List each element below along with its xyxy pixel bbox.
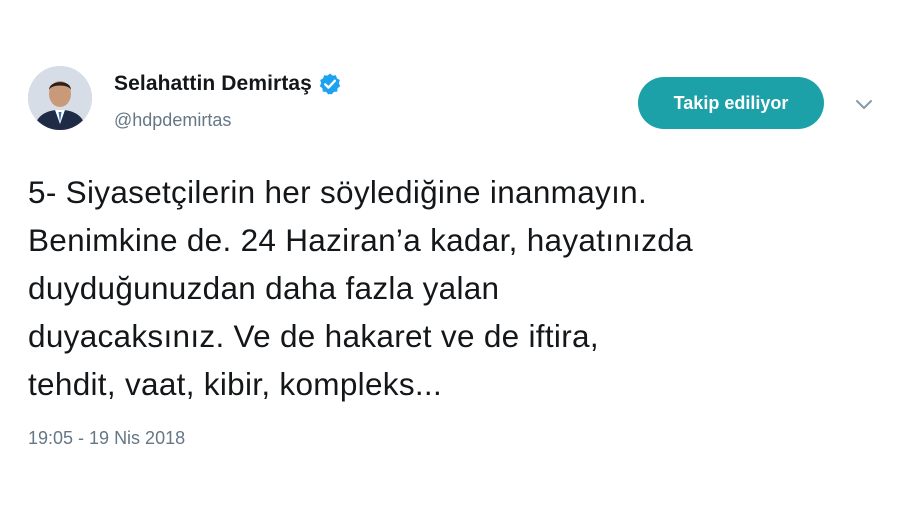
tweet-text-line: tehdit, vaat, kibir, kompleks...: [28, 366, 443, 402]
author-name-row: Selahattin Demirtaş: [114, 72, 342, 96]
tweet-text-line: Benimkine de. 24 Haziran’a kadar, hayatı…: [28, 222, 693, 258]
author-display-name[interactable]: Selahattin Demirtaş: [114, 72, 312, 96]
tweet-text: 5- Siyasetçilerin her söylediğine inanma…: [28, 168, 888, 408]
chevron-down-icon[interactable]: [852, 92, 876, 116]
tweet-text-line: duyduğunuzdan daha fazla yalan: [28, 270, 500, 306]
avatar[interactable]: [28, 66, 92, 130]
tweet-text-line: 5- Siyasetçilerin her söylediğine inanma…: [28, 174, 648, 210]
following-button[interactable]: Takip ediliyor: [638, 77, 824, 129]
tweet-text-line: duyacaksınız. Ve de hakaret ve de iftira…: [28, 318, 599, 354]
author-handle[interactable]: @hdpdemirtas: [114, 110, 231, 131]
verified-badge-icon: [318, 72, 342, 96]
tweet-card: Selahattin Demirtaş @hdpdemirtas Takip e…: [0, 0, 900, 506]
avatar-photo: [28, 66, 92, 130]
tweet-timestamp[interactable]: 19:05 - 19 Nis 2018: [28, 428, 185, 449]
